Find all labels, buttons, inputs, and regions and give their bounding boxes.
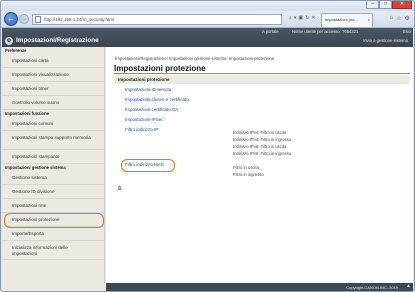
minimize-icon[interactable]: – (366, 1, 379, 9)
address-bar[interactable]: http://192.168.1.24/m_security.html (32, 14, 282, 25)
mac-filter-desc-1: Filtro in uscita (233, 165, 259, 170)
sidebar-item-network-settings[interactable]: Impostazioni rete (2, 199, 104, 213)
sidebar-item-initialize-settings[interactable]: Inizializza informazioni delle impostazi… (2, 241, 104, 260)
navigation-bar: ← → http://192.168.1.24/m_security.html … (1, 11, 414, 28)
scroll-top-icon[interactable]: ▲ (406, 283, 411, 289)
page-icon (35, 16, 41, 23)
sidebar-item-display-settings[interactable]: Impostazioni visualizzazione (2, 68, 104, 82)
stop-icon[interactable]: ✕ (311, 15, 315, 21)
title-divider (114, 73, 410, 74)
sidebar-item-import-export[interactable]: Importa/Esporta (2, 227, 104, 241)
home-icon[interactable]: ⌂ (390, 15, 394, 22)
sidebar-item-memory-print-settings[interactable]: Impostazioni stampa supporto memoria (2, 131, 104, 150)
sidebar-item-department-id[interactable]: Gestione ID divisione (2, 185, 104, 199)
footer-bar: Copyright CANON INC. 2015 (106, 283, 413, 291)
title-bar: – □ ✕ (1, 1, 414, 11)
mac-filter-desc-2: Filtro in ingresso (233, 172, 264, 177)
back-arrow-icon[interactable]: ← (4, 12, 18, 26)
sidebar-item-timer-settings[interactable]: Impostazioni timer (2, 82, 104, 96)
ip-filter-desc-4: Indirizzo IPv6: Filtro in ingresso (233, 151, 292, 156)
ip-filter-desc-3: Indirizzo IPv6: Filtro in uscita (233, 144, 287, 149)
page-title: Impostazioni protezione (114, 64, 206, 73)
breadcrumb: Impostazioni/Registrazione: Impostazioni… (115, 56, 275, 61)
section-header: Impostazioni protezione (115, 75, 409, 84)
search-icon[interactable]: ⌕ (289, 15, 292, 21)
ipsec-link[interactable]: Impostazioni IPSec (125, 117, 164, 122)
sidebar-item-common-settings[interactable]: Impostazioni comuni (2, 117, 104, 131)
favorites-star-icon[interactable]: ☆ (396, 15, 401, 22)
login-user-info: Nome utente per accesso: 7654321 (292, 29, 359, 34)
address-tools: ⌕ ▾ ▣ ↻ ✕ (289, 15, 315, 21)
sidebar-section-system-management: Impostazioni gestione sistema (5, 165, 66, 170)
browser-toolbar-icons: ⌂ ☆ ⚙ (390, 15, 410, 22)
ip-filter-desc-2: Indirizzo IPv4: Filtro in ingresso (233, 137, 292, 142)
settings-logo-icon: ⚙ (5, 37, 13, 45)
app-header: A portale Nome utente per accesso: 76543… (2, 28, 413, 47)
sidebar: Preferenze Impostazioni carta Impostazio… (2, 47, 105, 283)
logout-link[interactable]: Esci (403, 28, 411, 35)
app-title: Impostazioni/Registrazione (16, 37, 99, 44)
maximize-icon[interactable]: □ (379, 1, 392, 9)
tab-close-icon[interactable]: × (368, 14, 370, 26)
copyright-text: Copyright CANON INC. 2015 (346, 285, 398, 290)
close-icon[interactable]: ✕ (392, 1, 412, 9)
sidebar-section-function-settings: Impostazioni funzione (5, 111, 49, 116)
sidebar-item-paper-settings[interactable]: Impostazioni carta (2, 54, 104, 68)
main-content: Impostazioni/Registrazione: Impostazioni… (106, 47, 413, 283)
remote-id-link[interactable]: Impostazioni ID remota (125, 87, 171, 92)
tab-current[interactable]: Impostazioni pro... × (321, 13, 373, 27)
ca-certificate-link[interactable]: Impostazioni certificato CA (125, 107, 178, 112)
forward-arrow-icon[interactable]: → (19, 14, 29, 24)
tab-title: Impostazioni pro... (325, 17, 358, 22)
compat-icon[interactable]: ▣ (298, 15, 303, 21)
key-certificate-link[interactable]: Impostazioni chiave e certificato (125, 97, 189, 102)
sidebar-item-system-management[interactable]: Gestione sistema (2, 171, 104, 185)
browser-window: – □ ✕ ← → http://192.168.1.24/m_security… (0, 0, 415, 292)
ip-filter-link[interactable]: Filtro indirizzo IP (125, 127, 158, 132)
sidebar-item-volume-control[interactable]: Controllo volume suono (2, 96, 104, 110)
window-controls: – □ ✕ (366, 1, 412, 9)
gear-icon[interactable]: ⚙ (405, 15, 410, 22)
refresh-icon[interactable]: ↻ (305, 15, 309, 21)
portal-link[interactable]: A portale (262, 28, 279, 35)
url-text: http://192.168.1.24/m_security.html (44, 17, 114, 22)
dropdown-icon[interactable]: ▾ (294, 15, 297, 21)
sidebar-section-preferences: Preferenze (5, 48, 27, 53)
ip-filter-desc-1: Indirizzo IPv4: Filtro in uscita (233, 130, 287, 135)
sidebar-footer (2, 283, 106, 291)
mail-to-admin-link[interactable]: Invia a gestione sistema (363, 38, 408, 43)
sidebar-item-printer-settings[interactable]: Impostazioni stampante (2, 150, 104, 164)
sidebar-item-security-settings[interactable]: Impostazioni protezione (2, 213, 104, 228)
mac-filter-highlight (121, 159, 175, 172)
header-top-bar: A portale Nome utente per accesso: 76543… (2, 28, 413, 35)
back-to-top-icon[interactable]: ⩠ (118, 185, 124, 191)
